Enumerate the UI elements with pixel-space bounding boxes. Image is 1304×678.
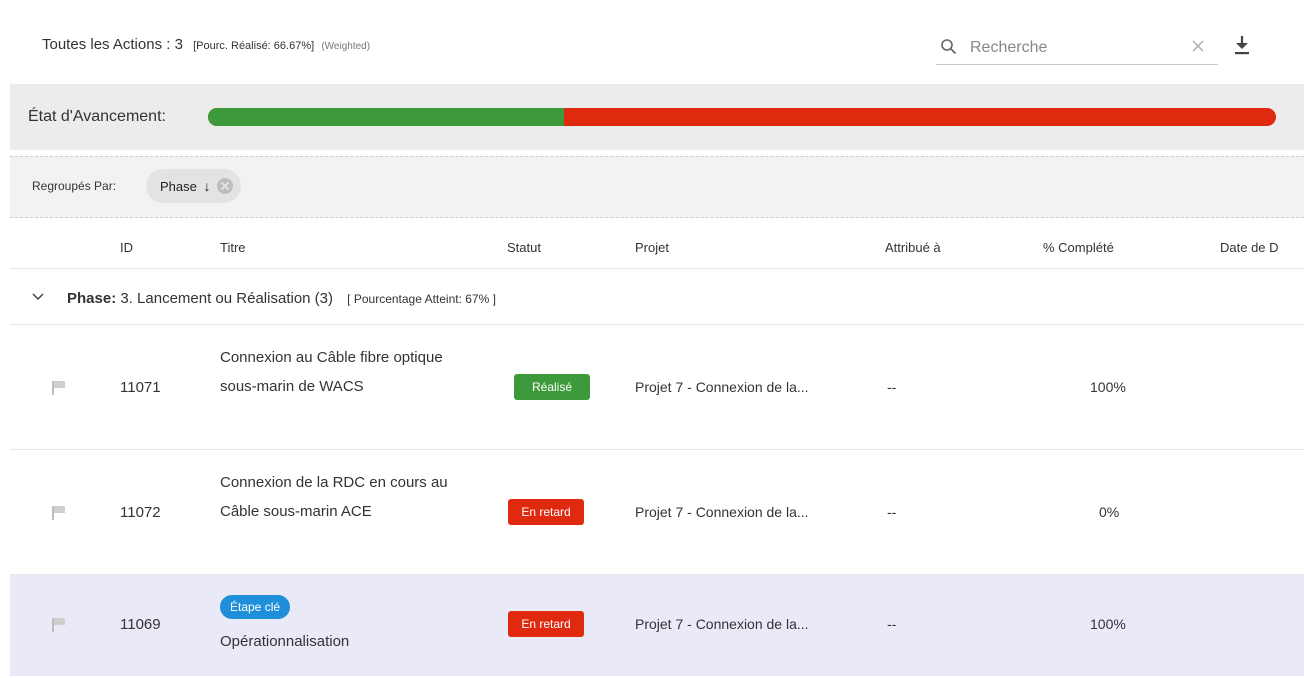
row-percent: 100% — [1090, 616, 1126, 632]
progress-bar — [208, 108, 1276, 126]
flag-icon[interactable] — [51, 505, 67, 521]
status-badge: En retard — [508, 499, 584, 525]
flag-icon[interactable] — [51, 617, 67, 633]
actions-count-title: Toutes les Actions : 3 — [42, 36, 183, 53]
row-id: 11069 — [120, 616, 161, 633]
row-project[interactable]: Projet 7 - Connexion de la... — [635, 504, 809, 520]
milestone-tag: Étape clé — [220, 595, 291, 619]
search-input[interactable] — [968, 34, 1192, 62]
chip-remove-icon[interactable] — [216, 178, 233, 194]
group-name: 3. Lancement ou Réalisation (3) — [120, 290, 333, 307]
table-row-selected[interactable]: 11069 Étape clé Opérationnalisation En r… — [10, 575, 1304, 676]
column-header-assigned[interactable]: Attribué à — [885, 240, 941, 255]
group-percent: [ Pourcentage Atteint: 67% ] — [347, 292, 496, 306]
column-header-id[interactable]: ID — [120, 240, 133, 255]
search-icon — [941, 39, 956, 54]
group-by-label: Regroupés Par: — [32, 179, 117, 193]
flag-icon[interactable] — [51, 380, 67, 396]
group-prefix: Phase: — [67, 290, 117, 307]
toolbar: Toutes les Actions : 3 [Pourc. Réalisé: … — [10, 8, 1304, 84]
column-header-percent[interactable]: % Complété — [1043, 240, 1114, 255]
actions-panel: Toutes les Actions : 3 [Pourc. Réalisé: … — [10, 8, 1304, 676]
progress-label: État d'Avancement: — [28, 108, 166, 125]
sort-down-arrow-icon: ↓ — [203, 178, 211, 194]
chevron-down-icon[interactable] — [32, 292, 44, 302]
table-row[interactable]: 11071 Connexion au Câble fibre optique s… — [10, 325, 1304, 450]
progress-section: État d'Avancement: — [10, 84, 1304, 150]
row-id: 11071 — [120, 379, 161, 396]
table-row[interactable]: 11072 Connexion de la RDC en cours au Câ… — [10, 450, 1304, 575]
row-title[interactable]: Connexion au Câble fibre optique sous-ma… — [220, 343, 470, 401]
row-assigned: -- — [887, 379, 897, 395]
status-badge: En retard — [508, 611, 584, 637]
row-assigned: -- — [887, 616, 897, 632]
table-header: ID Titre Statut Projet Attribué à % Comp… — [10, 222, 1304, 269]
progress-fill — [208, 108, 564, 126]
column-header-title[interactable]: Titre — [220, 240, 246, 255]
column-header-project[interactable]: Projet — [635, 240, 669, 255]
close-icon[interactable] — [1190, 38, 1206, 54]
group-row[interactable]: Phase: 3. Lancement ou Réalisation (3) [… — [10, 270, 1304, 325]
row-percent: 100% — [1090, 379, 1126, 395]
column-header-date[interactable]: Date de D — [1220, 240, 1279, 255]
group-by-chip-phase[interactable]: Phase ↓ — [146, 169, 241, 203]
status-badge: Réalisé — [514, 374, 590, 400]
actions-summary: Toutes les Actions : 3 [Pourc. Réalisé: … — [42, 36, 370, 53]
row-title[interactable]: Opérationnalisation — [220, 627, 349, 656]
row-percent: 0% — [1099, 504, 1120, 520]
weighted-note: (Weighted) — [321, 41, 371, 52]
row-project[interactable]: Projet 7 - Connexion de la... — [635, 379, 809, 395]
column-header-status[interactable]: Statut — [507, 240, 541, 255]
percent-realized: [Pourc. Réalisé: 66.67%] — [193, 40, 315, 52]
row-id: 11072 — [120, 504, 161, 521]
chip-label: Phase — [160, 179, 197, 194]
download-icon[interactable] — [1232, 34, 1252, 56]
row-project[interactable]: Projet 7 - Connexion de la... — [635, 616, 809, 632]
row-title[interactable]: Connexion de la RDC en cours au Câble so… — [220, 468, 470, 526]
search-box — [936, 32, 1218, 65]
group-title: Phase: 3. Lancement ou Réalisation (3) [… — [67, 290, 496, 307]
group-by-bar: Regroupés Par: Phase ↓ — [10, 156, 1304, 218]
row-assigned: -- — [887, 504, 897, 520]
